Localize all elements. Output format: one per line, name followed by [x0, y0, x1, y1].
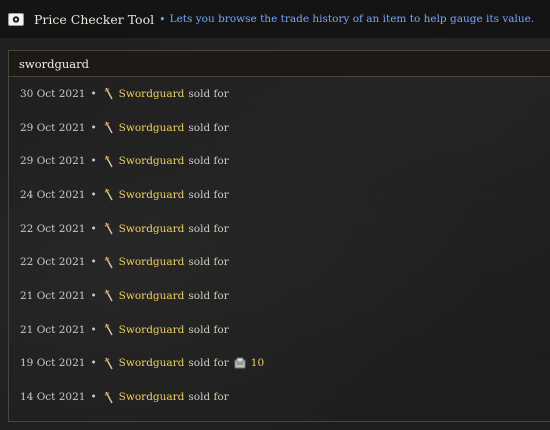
item-name[interactable]: Swordguard	[119, 391, 185, 403]
row-separator: •	[90, 289, 97, 302]
row-separator: •	[90, 256, 97, 269]
tool-title: Price Checker Tool	[34, 11, 155, 27]
swordguard-icon	[104, 391, 113, 403]
row-separator: •	[90, 87, 97, 100]
sale-row: 30 Oct 2021 • Swordguard sold for	[9, 77, 550, 111]
sale-row: 14 Oct 2021 • Swordguard sold for	[9, 380, 550, 414]
swordguard-icon	[104, 256, 113, 269]
item-name[interactable]: Swordguard	[119, 357, 185, 369]
item-name[interactable]: Swordguard	[119, 223, 185, 235]
sale-row: 24 Oct 2021 • Swordguard sold for	[9, 178, 550, 212]
sale-date: 19 Oct 2021	[20, 357, 86, 370]
sale-row: 21 Oct 2021 • Swordguard sold for	[9, 313, 550, 347]
sales-history-list: 30 Oct 2021 • Swordguard sold for 29 Oct…	[9, 77, 550, 414]
sale-date: 22 Oct 2021	[20, 256, 86, 269]
price-value: 10	[250, 357, 265, 370]
sale-date: 29 Oct 2021	[20, 121, 86, 134]
tool-header: Price Checker Tool • Lets you browse the…	[0, 0, 550, 38]
item-name[interactable]: Swordguard	[119, 155, 185, 167]
item-name[interactable]: Swordguard	[119, 122, 185, 134]
sale-price: 10	[234, 357, 264, 369]
sale-date: 14 Oct 2021	[20, 391, 86, 404]
sale-row: 22 Oct 2021 • Swordguard sold for	[9, 212, 550, 246]
sale-row: 22 Oct 2021 • Swordguard sold for	[9, 245, 550, 279]
row-separator: •	[90, 188, 97, 201]
sale-date: 21 Oct 2021	[20, 289, 86, 302]
item-name[interactable]: Swordguard	[119, 256, 185, 268]
sold-for-label: sold for	[188, 357, 229, 370]
results-panel: 30 Oct 2021 • Swordguard sold for 29 Oct…	[8, 50, 550, 422]
swordguard-icon	[104, 357, 113, 370]
row-separator: •	[90, 323, 97, 336]
swordguard-icon	[104, 222, 113, 235]
item-name[interactable]: Swordguard	[119, 189, 185, 201]
sale-date: 30 Oct 2021	[20, 87, 86, 100]
sold-for-label: sold for	[188, 155, 229, 168]
sold-for-label: sold for	[188, 188, 229, 201]
sold-for-label: sold for	[188, 391, 229, 404]
sold-for-label: sold for	[188, 256, 229, 269]
item-name[interactable]: Swordguard	[119, 324, 185, 336]
sold-for-label: sold for	[188, 289, 229, 302]
search-bar	[9, 51, 550, 77]
swordguard-icon	[104, 189, 113, 201]
sale-row: 21 Oct 2021 • Swordguard sold for	[9, 279, 550, 313]
swordguard-icon	[104, 323, 113, 336]
swordguard-icon	[104, 88, 113, 100]
row-separator: •	[90, 222, 97, 235]
sale-date: 29 Oct 2021	[20, 155, 86, 168]
row-separator: •	[90, 155, 97, 168]
sale-row: 19 Oct 2021 • Swordguard sold for 10	[9, 347, 550, 381]
item-search-input[interactable]	[19, 56, 519, 71]
sale-row: 29 Oct 2021 • Swordguard sold for	[9, 144, 550, 178]
sold-for-label: sold for	[188, 87, 229, 100]
row-separator: •	[90, 121, 97, 134]
row-separator: •	[90, 357, 97, 370]
swordguard-icon	[104, 155, 113, 168]
sold-for-label: sold for	[188, 323, 229, 336]
row-separator: •	[90, 391, 97, 404]
tool-description: Lets you browse the trade history of an …	[169, 13, 535, 25]
item-name[interactable]: Swordguard	[119, 88, 185, 100]
sale-row: 29 Oct 2021 • Swordguard sold for	[9, 111, 550, 145]
swordguard-icon	[104, 290, 113, 302]
title-separator: •	[159, 12, 166, 26]
sale-date: 21 Oct 2021	[20, 323, 86, 336]
swordguard-icon	[104, 121, 113, 134]
sold-for-label: sold for	[188, 121, 229, 134]
sale-date: 24 Oct 2021	[20, 188, 86, 201]
cash-icon	[8, 12, 24, 26]
price-checker-page: Price Checker Tool • Lets you browse the…	[0, 0, 550, 430]
item-name[interactable]: Swordguard	[119, 290, 185, 302]
silver-coin-stack-icon	[234, 357, 246, 369]
sold-for-label: sold for	[188, 222, 229, 235]
sale-date: 22 Oct 2021	[20, 222, 86, 235]
